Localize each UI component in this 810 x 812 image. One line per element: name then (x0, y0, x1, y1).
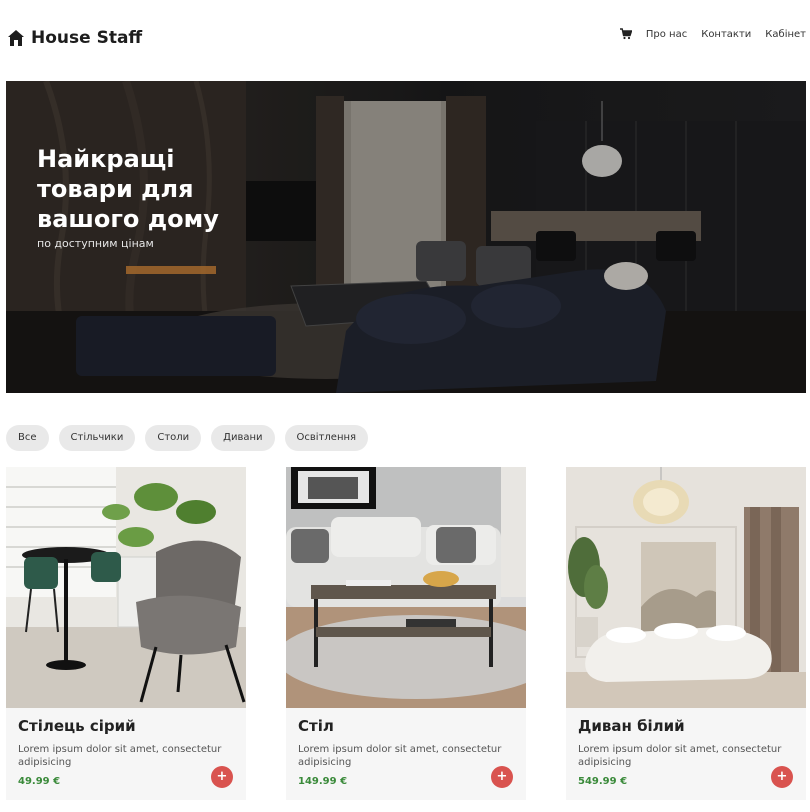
filter-all[interactable]: Все (6, 425, 49, 451)
add-to-cart-button[interactable]: + (771, 766, 793, 788)
product-image-chair[interactable] (6, 467, 246, 708)
product-card-chair[interactable]: Стілець сірий Lorem ipsum dolor sit amet… (6, 467, 246, 800)
product-image-sofa[interactable] (566, 467, 806, 708)
nav-link-about[interactable]: Про нас (646, 29, 687, 40)
nav-link-account[interactable]: Кабінет (765, 29, 806, 40)
hero-title: Найкращі товари для вашого дому (37, 145, 219, 233)
filter-sofas[interactable]: Дивани (211, 425, 275, 451)
hero-subtitle: по доступним цінам (37, 237, 154, 250)
product-description: Lorem ipsum dolor sit amet, consectetur … (298, 744, 502, 768)
filter-tables[interactable]: Столи (145, 425, 202, 451)
hero-banner: Найкращі товари для вашого дому по досту… (6, 81, 806, 393)
add-to-cart-button[interactable]: + (211, 766, 233, 788)
product-price: 49.99 € (18, 776, 61, 787)
product-description: Lorem ipsum dolor sit amet, consectetur … (578, 744, 782, 768)
category-filters: Все Стільчики Столи Дивани Освітлення (6, 425, 369, 451)
product-title: Стіл (298, 717, 334, 735)
product-price: 149.99 € (298, 776, 348, 787)
nav-link-contacts[interactable]: Контакти (701, 29, 751, 40)
product-image-table[interactable] (286, 467, 526, 708)
brand-name: House Staff (31, 28, 143, 48)
product-description: Lorem ipsum dolor sit amet, consectetur … (18, 744, 222, 768)
product-price: 549.99 € (578, 776, 628, 787)
brand-logo[interactable]: House Staff (7, 28, 142, 48)
top-nav: Про нас Контакти Кабінет (619, 28, 806, 40)
filter-chairs[interactable]: Стільчики (58, 425, 136, 451)
product-card-table[interactable]: Стіл Lorem ipsum dolor sit amet, consect… (286, 467, 526, 800)
filter-lighting[interactable]: Освітлення (284, 425, 369, 451)
cart-icon[interactable] (619, 28, 632, 40)
add-to-cart-button[interactable]: + (491, 766, 513, 788)
product-title: Стілець сірий (18, 717, 136, 735)
house-icon (8, 30, 24, 46)
product-card-sofa[interactable]: Диван білий Lorem ipsum dolor sit amet, … (566, 467, 806, 800)
product-title: Диван білий (578, 717, 685, 735)
